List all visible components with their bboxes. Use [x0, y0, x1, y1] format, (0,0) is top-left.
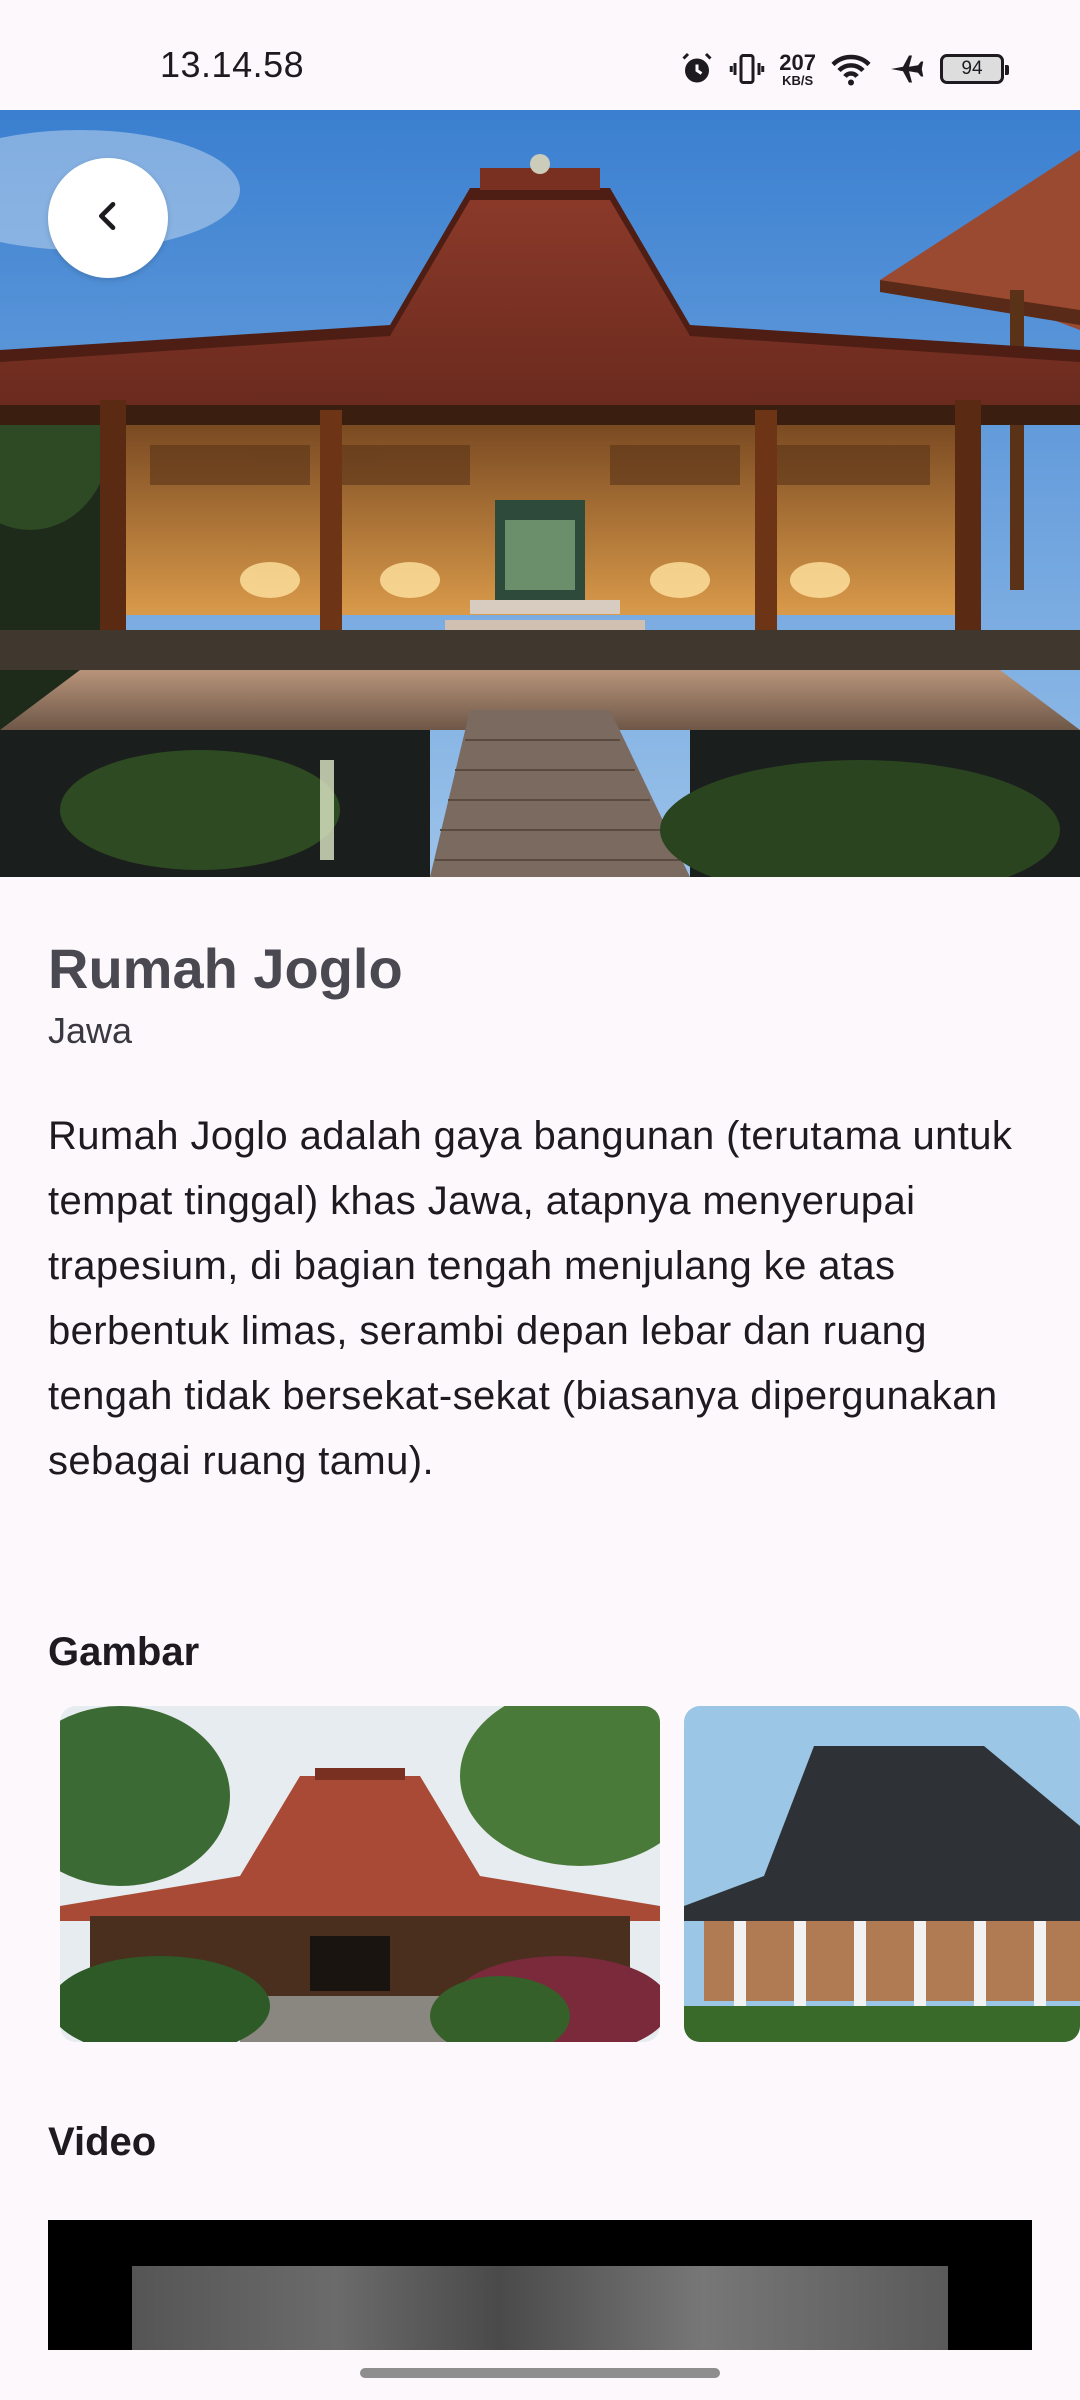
video-player[interactable]: [48, 2220, 1032, 2350]
video-thumbnail: [132, 2266, 948, 2350]
home-indicator[interactable]: [360, 2368, 720, 2378]
gallery-carousel[interactable]: [60, 1706, 1080, 2042]
alarm-icon: [679, 51, 715, 87]
battery-icon: 94: [940, 54, 1009, 84]
back-button[interactable]: [48, 158, 168, 278]
airplane-icon: [886, 51, 926, 87]
description-text: Rumah Joglo adalah gaya bangunan (teruta…: [48, 1114, 1013, 1483]
battery-level: 94: [961, 58, 983, 79]
network-speed: 207 KB/S: [779, 49, 816, 88]
screen: 13.14.58 207 KB/S 94 Rumah Joglo Jawa Ru…: [0, 0, 1080, 2400]
status-bar: 13.14.58 207 KB/S 94: [0, 0, 1080, 110]
gallery-image[interactable]: [60, 1706, 660, 2042]
video-heading: Video: [48, 2120, 157, 2164]
status-icons: 207 KB/S 94: [679, 46, 1009, 92]
chevron-left-icon: [88, 196, 128, 241]
gallery-heading: Gambar: [48, 1630, 200, 1674]
wifi-icon: [830, 51, 872, 87]
gallery-image[interactable]: [684, 1706, 1080, 2042]
network-speed-value: 207: [779, 49, 816, 75]
status-time: 13.14.58: [160, 44, 305, 85]
region-label: Jawa: [48, 1010, 133, 1051]
vibrate-icon: [729, 51, 765, 87]
network-speed-unit: KB/S: [782, 72, 814, 88]
page-title: Rumah Joglo: [48, 937, 403, 1000]
